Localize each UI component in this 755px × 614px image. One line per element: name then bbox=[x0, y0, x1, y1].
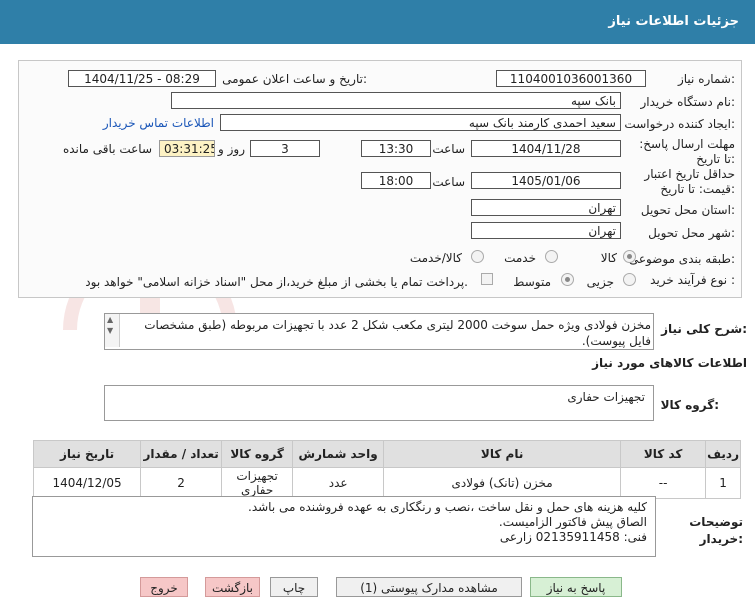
col-row: ردیف bbox=[705, 440, 741, 468]
process-type-label: نوع فرآیند خرید : bbox=[650, 273, 735, 287]
scroll-up-icon[interactable]: ▲ bbox=[107, 315, 113, 324]
col-qty: تعداد / مقدار bbox=[140, 440, 223, 468]
goods-table: ردیف کد کالا نام کالا واحد شمارش گروه کا… bbox=[32, 440, 741, 499]
description-box[interactable]: مخزن فولادی ویژه حمل سوخت 2000 لیتری مکع… bbox=[104, 313, 654, 350]
cell-qty: 2 bbox=[140, 467, 223, 499]
need-number-field[interactable]: 1104001036001360 bbox=[496, 70, 646, 87]
reply-button[interactable]: پاسخ به نیاز bbox=[530, 577, 622, 597]
goods-group-box[interactable]: تجهیزات حفاری bbox=[104, 385, 654, 421]
treasury-payment-checkbox[interactable] bbox=[481, 273, 493, 285]
cell-row: 1 bbox=[705, 467, 741, 499]
description-label: شرح کلی نیاز: bbox=[661, 322, 747, 336]
col-date: تاریخ نیاز bbox=[32, 440, 142, 468]
city-field[interactable]: تهران bbox=[471, 222, 621, 239]
buyer-notes-label: توضیحات خریدار: bbox=[689, 515, 743, 546]
deadline-label: مهلت ارسال پاسخ: تا تاریخ: bbox=[639, 137, 735, 166]
page-title: جزئیات اطلاعات نیاز bbox=[608, 14, 739, 29]
category-option-goods: کالا bbox=[600, 251, 617, 265]
cell-date: 1404/12/05 bbox=[32, 467, 142, 499]
need-number-label: شماره نیاز: bbox=[677, 72, 735, 86]
attachments-button[interactable]: مشاهده مدارک پیوستی (1) bbox=[336, 577, 522, 597]
province-field[interactable]: تهران bbox=[471, 199, 621, 216]
back-button[interactable]: بازگشت bbox=[205, 577, 260, 597]
goods-group-label: گروه کالا: bbox=[660, 398, 719, 412]
validity-time-label: ساعت bbox=[432, 175, 465, 189]
buyer-notes-line3: فنی: 02135911458 زارعی bbox=[499, 530, 647, 544]
col-group: گروه کالا bbox=[221, 440, 294, 468]
buyer-org-label: نام دستگاه خریدار: bbox=[640, 95, 736, 109]
description-scrollbar[interactable]: ▲ ▼ bbox=[105, 314, 120, 347]
cell-unit: عدد bbox=[292, 467, 385, 499]
days-field[interactable]: 3 bbox=[250, 140, 320, 157]
validity-date-field[interactable]: 1405/01/06 bbox=[471, 172, 621, 189]
remaining-time-label: ساعت باقی مانده bbox=[62, 142, 152, 156]
cell-code: -- bbox=[620, 467, 707, 499]
print-button[interactable]: چاپ bbox=[270, 577, 318, 597]
announce-date-label: تاریخ و ساعت اعلان عمومی: bbox=[222, 72, 367, 86]
days-label: روز و bbox=[218, 142, 245, 156]
category-label: طبقه بندی موضوعی: bbox=[628, 252, 735, 266]
category-radio-both[interactable] bbox=[471, 250, 484, 263]
creator-label: ایجاد کننده درخواست: bbox=[624, 117, 735, 131]
cell-group: تجهیزات حفاری bbox=[221, 467, 294, 499]
deadline-date-field[interactable]: 1404/11/28 bbox=[471, 140, 621, 157]
table-row[interactable]: 1 -- مخزن (تانک) فولادی عدد تجهیزات حفار… bbox=[32, 467, 741, 499]
process-radio-medium[interactable] bbox=[561, 273, 574, 286]
category-radio-service[interactable] bbox=[545, 250, 558, 263]
buyer-contact-link[interactable]: اطلاعات تماس خریدار bbox=[103, 116, 214, 130]
buyer-org-field[interactable]: بانک سپه bbox=[171, 92, 621, 109]
treasury-payment-note: پرداخت تمام یا بخشی از مبلغ خرید،از محل … bbox=[85, 275, 468, 289]
col-name: نام کالا bbox=[383, 440, 622, 468]
category-radio-goods[interactable] bbox=[623, 250, 636, 263]
announce-date-field[interactable]: 1404/11/25 - 08:29 bbox=[68, 70, 216, 87]
deadline-time-label: ساعت bbox=[432, 142, 465, 156]
description-text: مخزن فولادی ویژه حمل سوخت 2000 لیتری مکع… bbox=[144, 318, 651, 348]
validity-label: حداقل تاریخ اعتبار قیمت: تا تاریخ: bbox=[644, 167, 735, 196]
process-option-minor: جزیی bbox=[586, 275, 614, 289]
city-label: شهر محل تحویل: bbox=[648, 226, 735, 240]
scroll-down-icon[interactable]: ▼ bbox=[107, 326, 113, 335]
goods-group-value: تجهیزات حفاری bbox=[567, 390, 645, 404]
creator-field[interactable]: سعید احمدی کارمند بانک سپه bbox=[220, 114, 621, 131]
cell-name: مخزن (تانک) فولادی bbox=[383, 467, 622, 499]
buyer-notes-box[interactable]: کلیه هزینه های حمل و نقل ساخت ،نصب و رنگ… bbox=[32, 496, 656, 557]
goods-section-title: اطلاعات کالاهای مورد نیاز bbox=[592, 356, 747, 370]
buyer-notes-line1: کلیه هزینه های حمل و نقل ساخت ،نصب و رنگ… bbox=[248, 500, 647, 514]
validity-time-field[interactable]: 18:00 bbox=[361, 172, 431, 189]
category-option-both: کالا/خدمت bbox=[409, 251, 462, 265]
page-header: جزئیات اطلاعات نیاز bbox=[0, 0, 755, 44]
process-option-medium: متوسط bbox=[513, 275, 551, 289]
process-radio-minor[interactable] bbox=[623, 273, 636, 286]
col-unit: واحد شمارش bbox=[292, 440, 385, 468]
goods-table-header: ردیف کد کالا نام کالا واحد شمارش گروه کا… bbox=[32, 440, 741, 468]
remaining-time-field: 03:31:25 bbox=[159, 140, 215, 157]
province-label: استان محل تحویل: bbox=[640, 203, 735, 217]
buyer-notes-line2: الصاق پیش فاکتور الزامیست. bbox=[498, 515, 647, 529]
deadline-time-field[interactable]: 13:30 bbox=[361, 140, 431, 157]
col-code: کد کالا bbox=[620, 440, 707, 468]
category-option-service: خدمت bbox=[504, 251, 536, 265]
exit-button[interactable]: خروج bbox=[140, 577, 188, 597]
